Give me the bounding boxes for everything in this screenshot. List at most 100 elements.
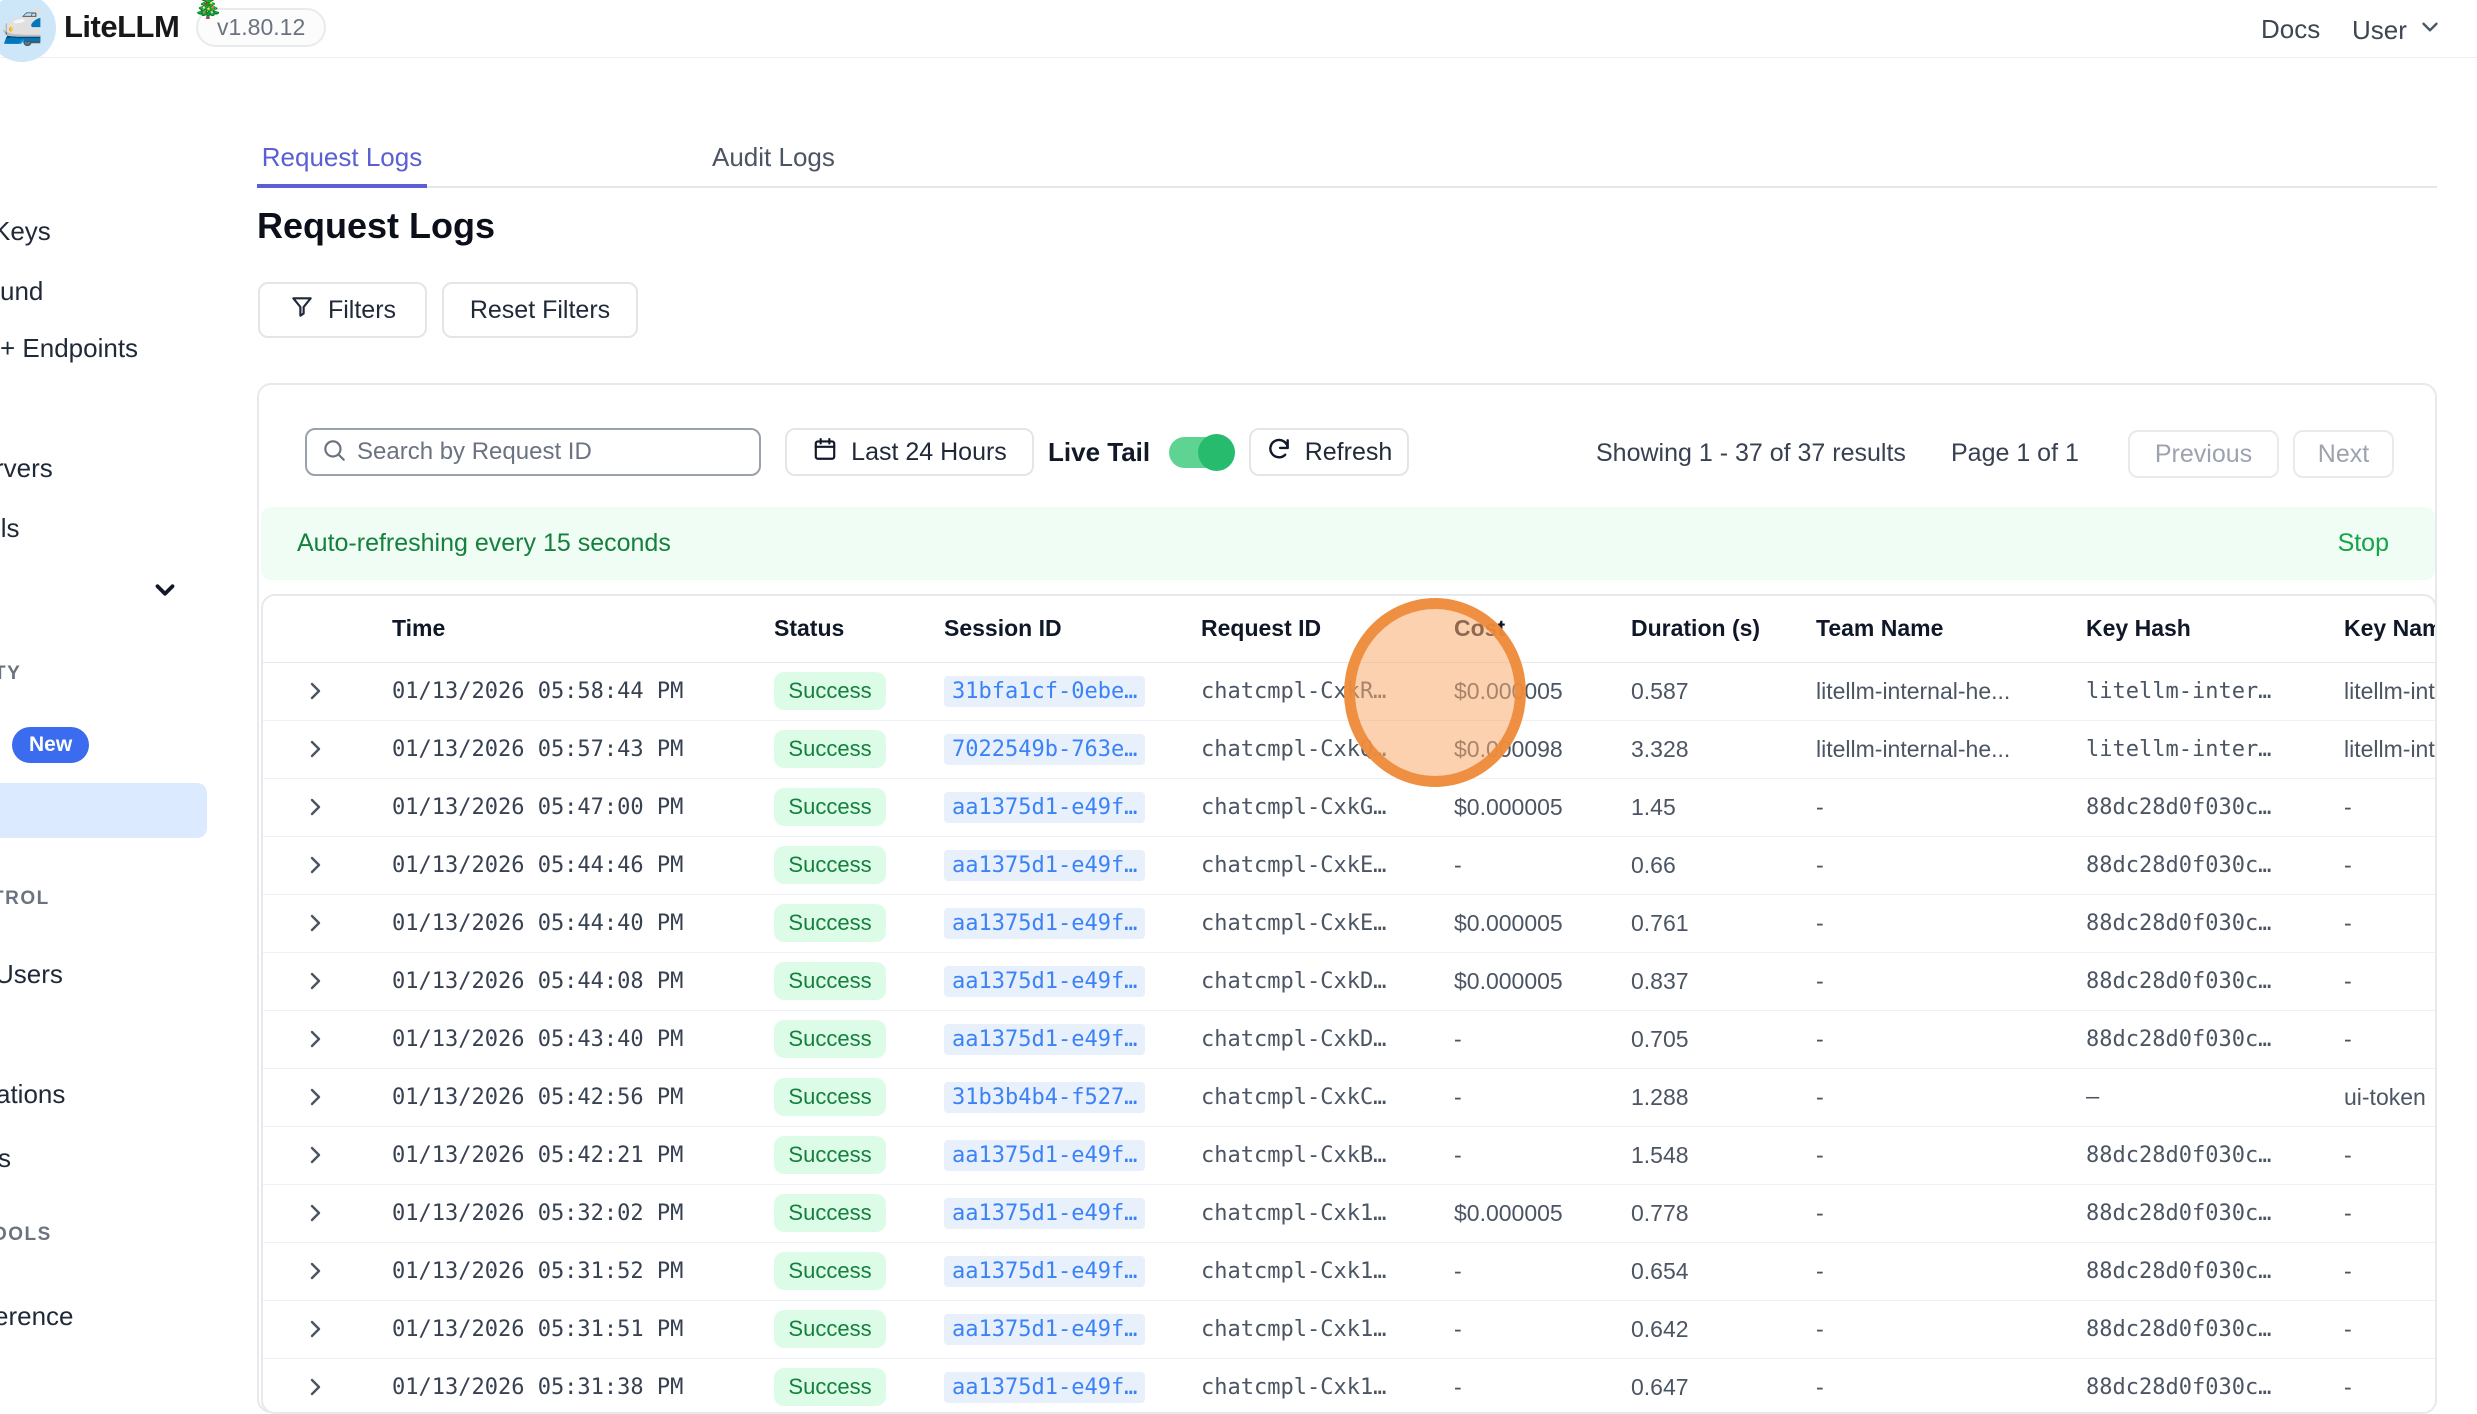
- cost-cell: $0.000005: [1454, 1184, 1631, 1242]
- session-id-link[interactable]: aa1375d1-e49f…: [944, 850, 1145, 881]
- auto-refresh-text: Auto-refreshing every 15 seconds: [297, 529, 671, 558]
- request-id-cell: chatcmpl-CxkC…: [1201, 1068, 1454, 1126]
- col-status: Status: [774, 596, 944, 662]
- time-range-button[interactable]: Last 24 Hours: [785, 428, 1034, 476]
- table-row[interactable]: 01/13/2026 05:31:51 PM Success aa1375d1-…: [263, 1300, 2437, 1358]
- session-id-link[interactable]: aa1375d1-e49f…: [944, 1140, 1145, 1171]
- chevron-right-icon[interactable]: [303, 679, 392, 703]
- stop-auto-refresh-link[interactable]: Stop: [2338, 529, 2389, 558]
- table-row[interactable]: 01/13/2026 05:42:56 PM Success 31b3b4b4-…: [263, 1068, 2437, 1126]
- sidebar-item-teams[interactable]: s: [0, 1143, 11, 1174]
- live-tail-toggle[interactable]: [1169, 437, 1232, 468]
- user-menu[interactable]: User: [2352, 14, 2443, 47]
- session-id-link[interactable]: aa1375d1-e49f…: [944, 966, 1145, 997]
- chevron-right-icon[interactable]: [303, 911, 392, 935]
- duration-cell: 0.66: [1631, 836, 1816, 894]
- key-hash-cell: 88dc28d0f030c…: [2086, 778, 2344, 836]
- status-cell: Success: [774, 1242, 944, 1300]
- request-id-cell: chatcmpl-Cxk1…: [1201, 1242, 1454, 1300]
- session-id-link[interactable]: aa1375d1-e49f…: [944, 792, 1145, 823]
- key-hash-cell: 88dc28d0f030c…: [2086, 894, 2344, 952]
- session-id-cell: 31b3b4b4-f527…: [944, 1068, 1201, 1126]
- chevron-right-icon[interactable]: [303, 1375, 392, 1399]
- refresh-button[interactable]: Refresh: [1249, 428, 1409, 476]
- chevron-right-icon[interactable]: [303, 795, 392, 819]
- table-row[interactable]: 01/13/2026 05:32:02 PM Success aa1375d1-…: [263, 1184, 2437, 1242]
- refresh-button-label: Refresh: [1305, 438, 1393, 467]
- table-row[interactable]: 01/13/2026 05:47:00 PM Success aa1375d1-…: [263, 778, 2437, 836]
- table-row[interactable]: 01/13/2026 05:58:44 PM Success 31bfa1cf-…: [263, 662, 2437, 720]
- chevron-right-icon[interactable]: [303, 1201, 392, 1225]
- sidebar-item-api-reference[interactable]: erence: [0, 1301, 74, 1332]
- team-name-cell: -: [1816, 1068, 2086, 1126]
- sidebar-item-playground[interactable]: und: [0, 276, 43, 307]
- chevron-right-icon[interactable]: [303, 1317, 392, 1341]
- table-row[interactable]: 01/13/2026 05:43:40 PM Success aa1375d1-…: [263, 1010, 2437, 1068]
- session-id-link[interactable]: 31b3b4b4-f527…: [944, 1082, 1145, 1113]
- user-menu-label: User: [2352, 15, 2407, 46]
- chevron-right-icon[interactable]: [303, 1027, 392, 1051]
- sidebar-item-organizations[interactable]: ations: [0, 1079, 65, 1110]
- table-row[interactable]: 01/13/2026 05:31:38 PM Success aa1375d1-…: [263, 1358, 2437, 1414]
- session-id-link[interactable]: aa1375d1-e49f…: [944, 1314, 1145, 1345]
- time-cell: 01/13/2026 05:44:08 PM: [392, 952, 774, 1010]
- new-badge: New: [12, 727, 89, 763]
- session-id-link[interactable]: aa1375d1-e49f…: [944, 908, 1145, 939]
- next-page-button[interactable]: Next: [2293, 430, 2394, 478]
- row-expander-cell: [263, 662, 392, 720]
- time-cell: 01/13/2026 05:47:00 PM: [392, 778, 774, 836]
- col-request-id: Request ID: [1201, 596, 1454, 662]
- key-hash-cell: 88dc28d0f030c…: [2086, 952, 2344, 1010]
- cost-cell: -: [1454, 1068, 1631, 1126]
- table-row[interactable]: 01/13/2026 05:57:43 PM Success 7022549b-…: [263, 720, 2437, 778]
- row-expander-cell: [263, 1300, 392, 1358]
- filters-button[interactable]: Filters: [258, 282, 427, 338]
- session-id-link[interactable]: aa1375d1-e49f…: [944, 1256, 1145, 1287]
- session-id-link[interactable]: aa1375d1-e49f…: [944, 1024, 1145, 1055]
- row-expander-cell: [263, 720, 392, 778]
- sidebar-item-logs-selected[interactable]: [0, 783, 207, 838]
- sidebar-item-users[interactable]: Users: [0, 959, 63, 990]
- tree-icon: 🎄: [193, 0, 223, 21]
- request-id-cell: chatcmpl-CxkE…: [1201, 894, 1454, 952]
- table-row[interactable]: 01/13/2026 05:44:40 PM Success aa1375d1-…: [263, 894, 2437, 952]
- row-expander-cell: [263, 952, 392, 1010]
- search-input[interactable]: [357, 438, 745, 466]
- live-tail-label: Live Tail: [1048, 437, 1150, 468]
- table-row[interactable]: 01/13/2026 05:42:21 PM Success aa1375d1-…: [263, 1126, 2437, 1184]
- tab-request-logs[interactable]: Request Logs: [257, 128, 427, 186]
- session-id-link[interactable]: aa1375d1-e49f…: [944, 1198, 1145, 1229]
- cost-cell: $0.000005: [1454, 952, 1631, 1010]
- sidebar-item-servers[interactable]: rvers: [0, 453, 53, 484]
- table-row[interactable]: 01/13/2026 05:44:46 PM Success aa1375d1-…: [263, 836, 2437, 894]
- chevron-right-icon[interactable]: [303, 1143, 392, 1167]
- search-icon: [321, 437, 347, 468]
- sidebar-item-keys[interactable]: Keys: [0, 216, 51, 247]
- previous-page-button[interactable]: Previous: [2128, 430, 2279, 478]
- request-logs-table: Time Status Session ID Request ID Cost D…: [261, 594, 2437, 1414]
- session-id-link[interactable]: 7022549b-763e…: [944, 734, 1145, 765]
- sidebar-item-models-endpoints[interactable]: + Endpoints: [0, 333, 138, 364]
- refresh-icon: [1266, 436, 1292, 469]
- session-id-link[interactable]: aa1375d1-e49f…: [944, 1372, 1145, 1403]
- chevron-right-icon[interactable]: [303, 1259, 392, 1283]
- reset-filters-button[interactable]: Reset Filters: [442, 282, 638, 338]
- sidebar-item-guardrails[interactable]: ils: [0, 513, 20, 544]
- sidebar-expand-chevron-icon[interactable]: [150, 575, 180, 610]
- row-expander-cell: [263, 1126, 392, 1184]
- table-row[interactable]: 01/13/2026 05:31:52 PM Success aa1375d1-…: [263, 1242, 2437, 1300]
- logs-card: Last 24 Hours Live Tail Refresh Showing …: [257, 383, 2437, 1413]
- session-id-link[interactable]: 31bfa1cf-0ebe…: [944, 676, 1145, 707]
- chevron-right-icon[interactable]: [303, 853, 392, 877]
- key-hash-cell: 88dc28d0f030c…: [2086, 1300, 2344, 1358]
- status-cell: Success: [774, 1358, 944, 1414]
- table-row[interactable]: 01/13/2026 05:44:08 PM Success aa1375d1-…: [263, 952, 2437, 1010]
- chevron-right-icon[interactable]: [303, 1085, 392, 1109]
- status-cell: Success: [774, 1010, 944, 1068]
- chevron-right-icon[interactable]: [303, 737, 392, 761]
- docs-link[interactable]: Docs: [2261, 14, 2320, 45]
- chevron-right-icon[interactable]: [303, 969, 392, 993]
- tab-audit-logs[interactable]: Audit Logs: [712, 128, 835, 186]
- chevron-down-icon: [2417, 14, 2443, 47]
- time-cell: 01/13/2026 05:44:46 PM: [392, 836, 774, 894]
